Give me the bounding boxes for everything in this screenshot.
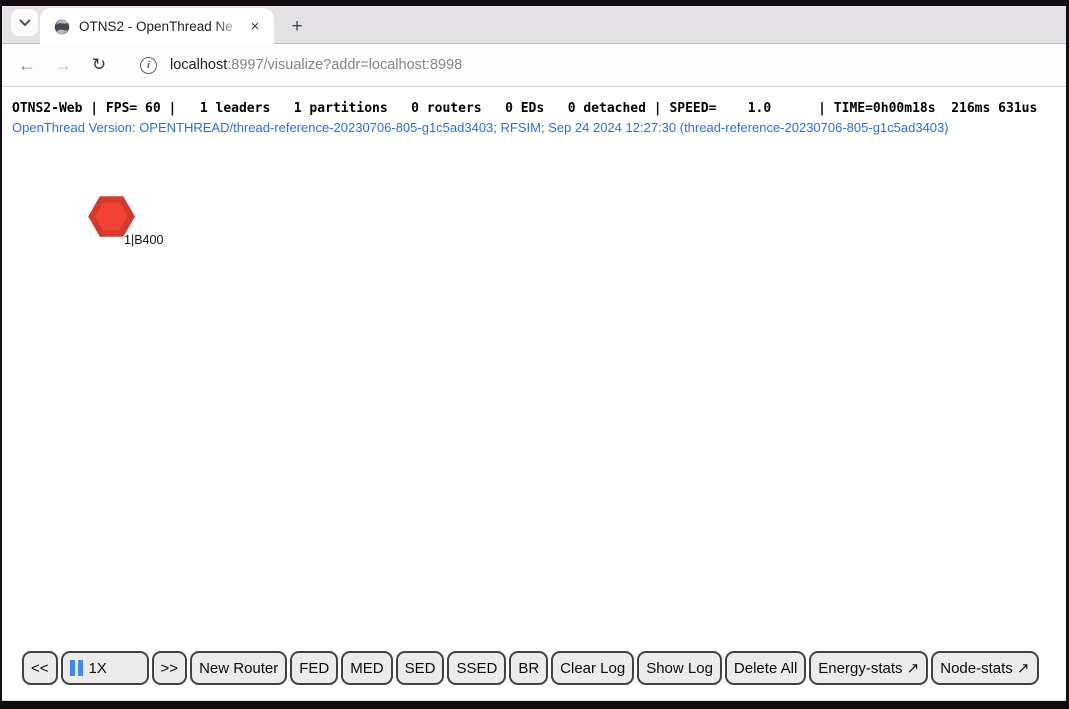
new-sed-button[interactable]: SED: [396, 651, 445, 685]
node-stats-button[interactable]: Node-stats ↗: [931, 651, 1038, 685]
tab-title: OTNS2 - OpenThread Ne: [79, 18, 242, 36]
globe-favicon-icon: [54, 19, 70, 35]
energy-stats-button[interactable]: Energy-stats ↗: [809, 651, 928, 685]
navigation-bar: ← → ↻ i localhost:8997/visualize?addr=lo…: [2, 44, 1066, 87]
speed-toggle-button[interactable]: 1X: [61, 651, 149, 685]
clear-log-button[interactable]: Clear Log: [551, 651, 634, 685]
openthread-version-link[interactable]: OpenThread Version: OPENTHREAD/thread-re…: [12, 120, 949, 135]
address-bar[interactable]: i localhost:8997/visualize?addr=localhos…: [140, 57, 462, 74]
action-toolbar: << 1X >> New Router FED MED SED SSED BR …: [22, 651, 1056, 685]
speed-down-button[interactable]: <<: [22, 651, 58, 685]
show-log-button[interactable]: Show Log: [637, 651, 722, 685]
browser-tab[interactable]: OTNS2 - OpenThread Ne ×: [40, 8, 274, 45]
new-br-button[interactable]: BR: [509, 651, 548, 685]
url-text[interactable]: localhost:8997/visualize?addr=localhost:…: [170, 57, 462, 73]
tab-close-icon[interactable]: ×: [246, 18, 264, 36]
pause-icon: [70, 660, 83, 676]
back-button[interactable]: ←: [14, 52, 40, 78]
reload-button[interactable]: ↻: [86, 52, 112, 78]
node-leader[interactable]: 1|B400: [88, 194, 136, 240]
forward-button[interactable]: →: [50, 52, 76, 78]
speed-up-button[interactable]: >>: [152, 651, 188, 685]
new-ssed-button[interactable]: SSED: [447, 651, 506, 685]
tab-strip: OTNS2 - OpenThread Ne × +: [2, 6, 1066, 44]
delete-all-button[interactable]: Delete All: [725, 651, 806, 685]
new-tab-button[interactable]: +: [285, 15, 309, 39]
new-fed-button[interactable]: FED: [290, 651, 338, 685]
new-router-button[interactable]: New Router: [190, 651, 287, 685]
browser-window: OTNS2 - OpenThread Ne × + ← → ↻ i localh…: [0, 0, 1069, 709]
node-label: 1|B400: [124, 233, 163, 247]
chevron-down-icon: [19, 19, 31, 27]
new-med-button[interactable]: MED: [341, 651, 392, 685]
speed-label: 1X: [89, 660, 107, 677]
simulator-canvas: OTNS2-Web | FPS= 60 | 1 leaders 1 partit…: [2, 87, 1066, 700]
page-info-icon[interactable]: i: [140, 57, 157, 74]
tab-list-button[interactable]: [11, 9, 38, 36]
simulator-status-line: OTNS2-Web | FPS= 60 | 1 leaders 1 partit…: [12, 101, 1037, 116]
